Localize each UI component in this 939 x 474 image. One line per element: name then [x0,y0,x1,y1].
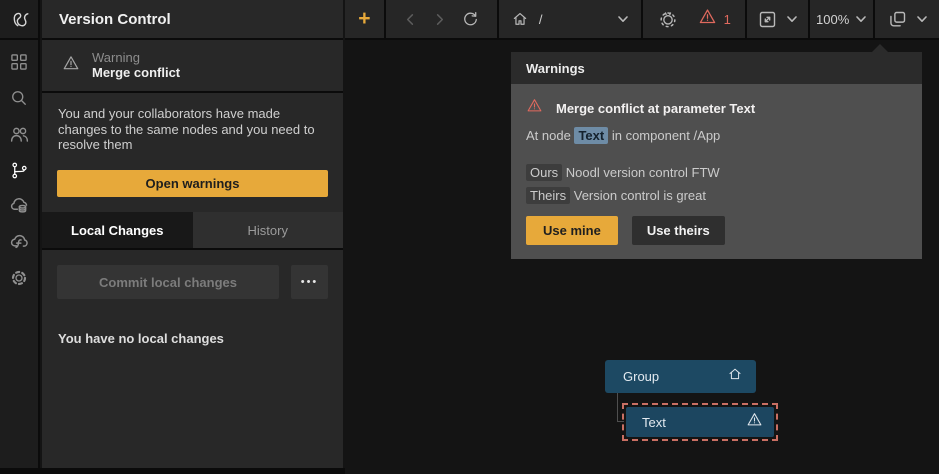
add-node-button[interactable]: + [345,0,384,38]
commit-row: Commit local changes ••• [57,265,328,299]
popup-body: Merge conflict at parameter Text At node… [511,84,922,259]
conflict-actions: Use mine Use theirs [526,216,907,245]
canvas-toolbar: + / [345,0,939,40]
viewport-selector[interactable] [875,0,939,38]
theirs-value: Version control is great [574,188,706,203]
location-prefix: At node [526,128,571,143]
ours-badge: Ours [526,164,562,181]
preview-mode-selector[interactable] [747,0,808,38]
viewport-squares-icon [887,9,908,30]
chevron-down-icon [855,13,867,25]
chevron-down-icon [617,13,629,25]
zoom-selector[interactable]: 100% [810,0,874,38]
merge-conflict-summary[interactable]: Warning Merge conflict [42,40,343,93]
node-group[interactable]: Group [605,360,756,393]
window-bottom-edge [0,468,345,474]
forward-icon[interactable] [432,12,447,27]
panel-tabs: Local Changes History [42,212,343,250]
use-mine-button[interactable]: Use mine [526,216,618,245]
node-name-badge[interactable]: Text [574,127,608,144]
route-selector[interactable]: / [499,0,641,38]
chevron-down-icon [916,13,928,25]
warning-triangle-icon [746,411,763,433]
search-icon[interactable] [0,80,39,116]
warning-triangle-icon [62,54,80,77]
node-text-conflicted[interactable]: Text [622,403,778,441]
use-theirs-button[interactable]: Use theirs [632,216,725,245]
node-connection-line [617,393,618,422]
warning-triangle-icon [526,97,543,119]
theirs-badge: Theirs [526,187,570,204]
home-icon [511,10,529,28]
back-icon[interactable] [403,12,418,27]
conflict-description: You and your collaborators have made cha… [42,93,343,153]
warnings-toolbar-button[interactable]: 1 [698,7,731,31]
ours-value: Noodl version control FTW [566,165,720,180]
activity-bar [0,0,40,474]
version-control-panel: Version Control Warning Merge conflict Y… [42,0,343,468]
warning-title: Merge conflict [92,65,180,81]
noodl-app: Version Control Warning Merge conflict Y… [0,0,939,474]
debug-warning-controls: 1 [643,0,745,38]
popup-notch [871,44,889,53]
location-middle: in component [612,128,690,143]
warning-triangle-icon [698,7,717,31]
open-warnings-button[interactable]: Open warnings [57,170,328,197]
home-icon [727,366,743,387]
tab-local-changes[interactable]: Local Changes [42,212,193,248]
tab-history[interactable]: History [193,212,344,248]
cloud-functions-icon[interactable] [0,224,39,260]
component-path: /App [694,128,721,143]
no-local-changes-message: You have no local changes [58,331,224,346]
expand-preview-icon [757,9,778,30]
more-options-button[interactable]: ••• [291,265,328,299]
warning-count: 1 [724,12,731,27]
refresh-icon[interactable] [461,10,480,29]
version-control-branch-icon[interactable] [0,152,39,188]
popup-warning-location: At node Text in component /App [526,128,907,143]
node-text-body: Text [626,407,774,437]
panel-title: Version Control [42,0,343,40]
theirs-row: Theirs Version control is great [526,188,907,203]
ours-row: Ours Noodl version control FTW [526,165,907,180]
collaborators-icon[interactable] [0,116,39,152]
commit-local-changes-button[interactable]: Commit local changes [57,265,279,299]
chevron-down-icon [786,13,798,25]
popup-warning-row: Merge conflict at parameter Text [526,97,907,119]
debug-bug-icon[interactable] [658,9,678,29]
route-path: / [539,12,607,27]
zoom-level: 100% [816,12,849,27]
warnings-popup: Warnings Merge conflict at parameter Tex… [511,52,922,259]
popup-warning-title: Merge conflict at parameter Text [556,101,755,116]
node-label: Text [642,415,746,430]
noodl-logo-icon[interactable] [0,0,39,40]
nav-controls [386,0,497,38]
settings-gear-icon[interactable] [0,260,39,296]
warning-label: Warning [92,50,180,65]
node-canvas[interactable]: Warnings Merge conflict at parameter Tex… [345,40,939,474]
warning-texts: Warning Merge conflict [92,50,180,81]
cloud-data-icon[interactable] [0,188,39,224]
components-grid-icon[interactable] [0,44,39,80]
popup-title: Warnings [511,52,922,84]
node-label: Group [623,369,727,384]
